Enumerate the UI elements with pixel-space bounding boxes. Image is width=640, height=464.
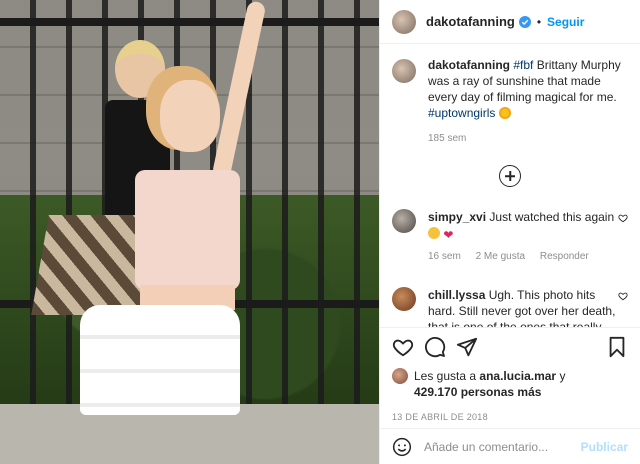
- likes-connector: y: [559, 369, 566, 383]
- comment-likes[interactable]: 2 Me gusta: [476, 251, 525, 262]
- comment-like-heart-icon[interactable]: [618, 213, 628, 223]
- action-icons: [392, 336, 628, 358]
- follow-button[interactable]: Seguir: [547, 15, 584, 29]
- comment-age: 16 sem: [428, 251, 461, 262]
- comment-username[interactable]: chill.lyssa: [428, 288, 485, 302]
- caption-hashtag-fbf[interactable]: #fbf: [513, 58, 533, 72]
- comment-body: chill.lyssa Ugh. This photo hits hard. S…: [428, 287, 618, 327]
- post-date: 13 DE ABRIL DE 2018: [392, 412, 488, 422]
- fence-rail-top: [0, 18, 379, 26]
- bookmark-icon[interactable]: [606, 336, 628, 358]
- verified-badge-icon: [518, 15, 531, 28]
- post-username[interactable]: dakotafanning: [426, 14, 515, 29]
- comment-icon[interactable]: [424, 336, 446, 358]
- likes-count[interactable]: 429.170 personas más: [414, 385, 541, 399]
- comment-like-heart-icon[interactable]: [618, 291, 628, 301]
- separator-dot: •: [536, 14, 542, 29]
- comment-username[interactable]: simpy_xvi: [428, 210, 486, 224]
- post-actions: Les gusta a ana.lucia.mar y 429.170 pers…: [380, 327, 640, 430]
- liker-avatar[interactable]: [392, 368, 408, 384]
- comment-body: simpy_xvi Just watched this again ❤ 16 s…: [428, 209, 618, 265]
- sun-emoji-icon: [498, 107, 511, 119]
- add-comment-bar: Publicar: [380, 428, 640, 464]
- heart-icon[interactable]: [392, 336, 414, 358]
- comment-avatar[interactable]: [392, 287, 416, 311]
- smile-emoji-icon: [428, 227, 440, 239]
- caption: dakotafanning #fbf Brittany Murphy was a…: [392, 57, 628, 147]
- emoji-icon[interactable]: [392, 437, 412, 457]
- likes-summary: Les gusta a ana.lucia.mar y 429.170 pers…: [392, 368, 628, 400]
- caption-text: dakotafanning #fbf Brittany Murphy was a…: [428, 57, 628, 147]
- publish-button[interactable]: Publicar: [581, 440, 628, 454]
- likes-text: Les gusta a ana.lucia.mar y 429.170 pers…: [414, 368, 565, 400]
- comment-input[interactable]: [424, 439, 581, 454]
- comments-section: dakotafanning #fbf Brittany Murphy was a…: [380, 45, 640, 327]
- comment-item: simpy_xvi Just watched this again ❤ 16 s…: [392, 209, 628, 265]
- post-side-panel: dakotafanning • Seguir dakotafanning #fb…: [379, 0, 640, 464]
- share-icon[interactable]: [456, 336, 478, 358]
- liker-username[interactable]: ana.lucia.mar: [479, 369, 556, 383]
- caption-username[interactable]: dakotafanning: [428, 58, 510, 72]
- comment-avatar[interactable]: [392, 209, 416, 233]
- caption-avatar[interactable]: [392, 59, 416, 83]
- caption-age: 185 sem: [428, 133, 467, 144]
- comment-item: chill.lyssa Ugh. This photo hits hard. S…: [392, 287, 628, 327]
- plus-circle-icon[interactable]: [499, 165, 521, 187]
- likes-prefix: Les gusta a: [414, 369, 477, 383]
- post-header: dakotafanning • Seguir: [380, 0, 640, 44]
- comment-text: Just watched this again: [489, 210, 615, 224]
- woman-figure: [80, 0, 270, 464]
- reply-button[interactable]: Responder: [540, 251, 589, 262]
- red-heart-emoji-icon: ❤: [443, 228, 454, 242]
- post-photo[interactable]: [0, 0, 379, 464]
- comment-meta: 16 sem 2 Me gusta Responder: [428, 249, 618, 265]
- caption-hashtag-uptowngirls[interactable]: #uptowngirls: [428, 106, 495, 120]
- avatar[interactable]: [392, 9, 416, 34]
